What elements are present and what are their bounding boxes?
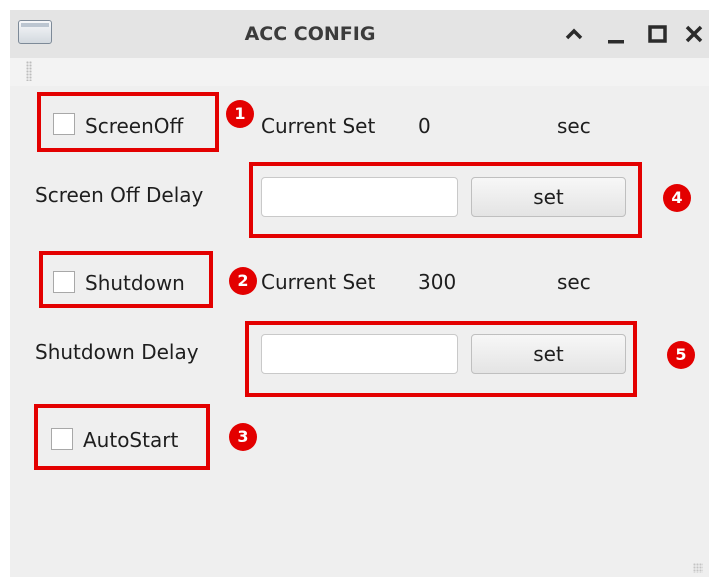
close-button[interactable] — [679, 18, 709, 50]
annotation-badge-1: 1 — [226, 100, 254, 128]
shade-button[interactable] — [559, 18, 589, 50]
annotation-badge-3: 3 — [229, 423, 257, 451]
annotation-badge-4: 4 — [663, 184, 691, 212]
shutdown-current-set-label: Current Set — [261, 270, 376, 294]
screenoff-current-set-label: Current Set — [261, 114, 376, 138]
toolbar-grip-icon[interactable] — [26, 61, 32, 81]
screenoff-label: ScreenOff — [85, 114, 184, 138]
minimize-button[interactable] — [602, 18, 632, 50]
screen-off-set-button[interactable]: set — [471, 177, 626, 217]
title-bar: ACC CONFIG — [10, 10, 709, 58]
screen-off-delay-input[interactable] — [261, 177, 458, 217]
maximize-button[interactable] — [643, 18, 673, 50]
screenoff-checkbox[interactable] — [53, 113, 75, 135]
autostart-label: AutoStart — [83, 428, 179, 452]
window-title: ACC CONFIG — [244, 23, 376, 45]
shutdown-delay-input[interactable] — [261, 334, 458, 374]
toolbar-strip — [10, 58, 709, 86]
chevron-up-icon — [565, 28, 583, 40]
resize-grip-icon[interactable] — [693, 563, 703, 573]
annotation-badge-2: 2 — [229, 267, 257, 295]
shutdown-delay-label: Shutdown Delay — [35, 340, 199, 364]
autostart-checkbox[interactable] — [51, 428, 73, 450]
shutdown-checkbox[interactable] — [53, 271, 75, 293]
minimize-icon — [608, 40, 624, 44]
screen-off-delay-label: Screen Off Delay — [35, 183, 204, 207]
shutdown-label: Shutdown — [85, 271, 185, 295]
maximize-icon — [648, 25, 667, 43]
shutdown-set-button[interactable]: set — [471, 334, 626, 374]
acc-config-window: ACC CONFIG ScreenOff 1 Current Set 0 sec… — [10, 10, 709, 577]
screenoff-unit-label: sec — [557, 114, 591, 138]
shutdown-unit-label: sec — [557, 270, 591, 294]
close-icon — [685, 25, 703, 43]
annotation-badge-5: 5 — [667, 341, 695, 369]
shutdown-current-value: 300 — [418, 270, 457, 294]
screenoff-current-value: 0 — [418, 114, 431, 138]
